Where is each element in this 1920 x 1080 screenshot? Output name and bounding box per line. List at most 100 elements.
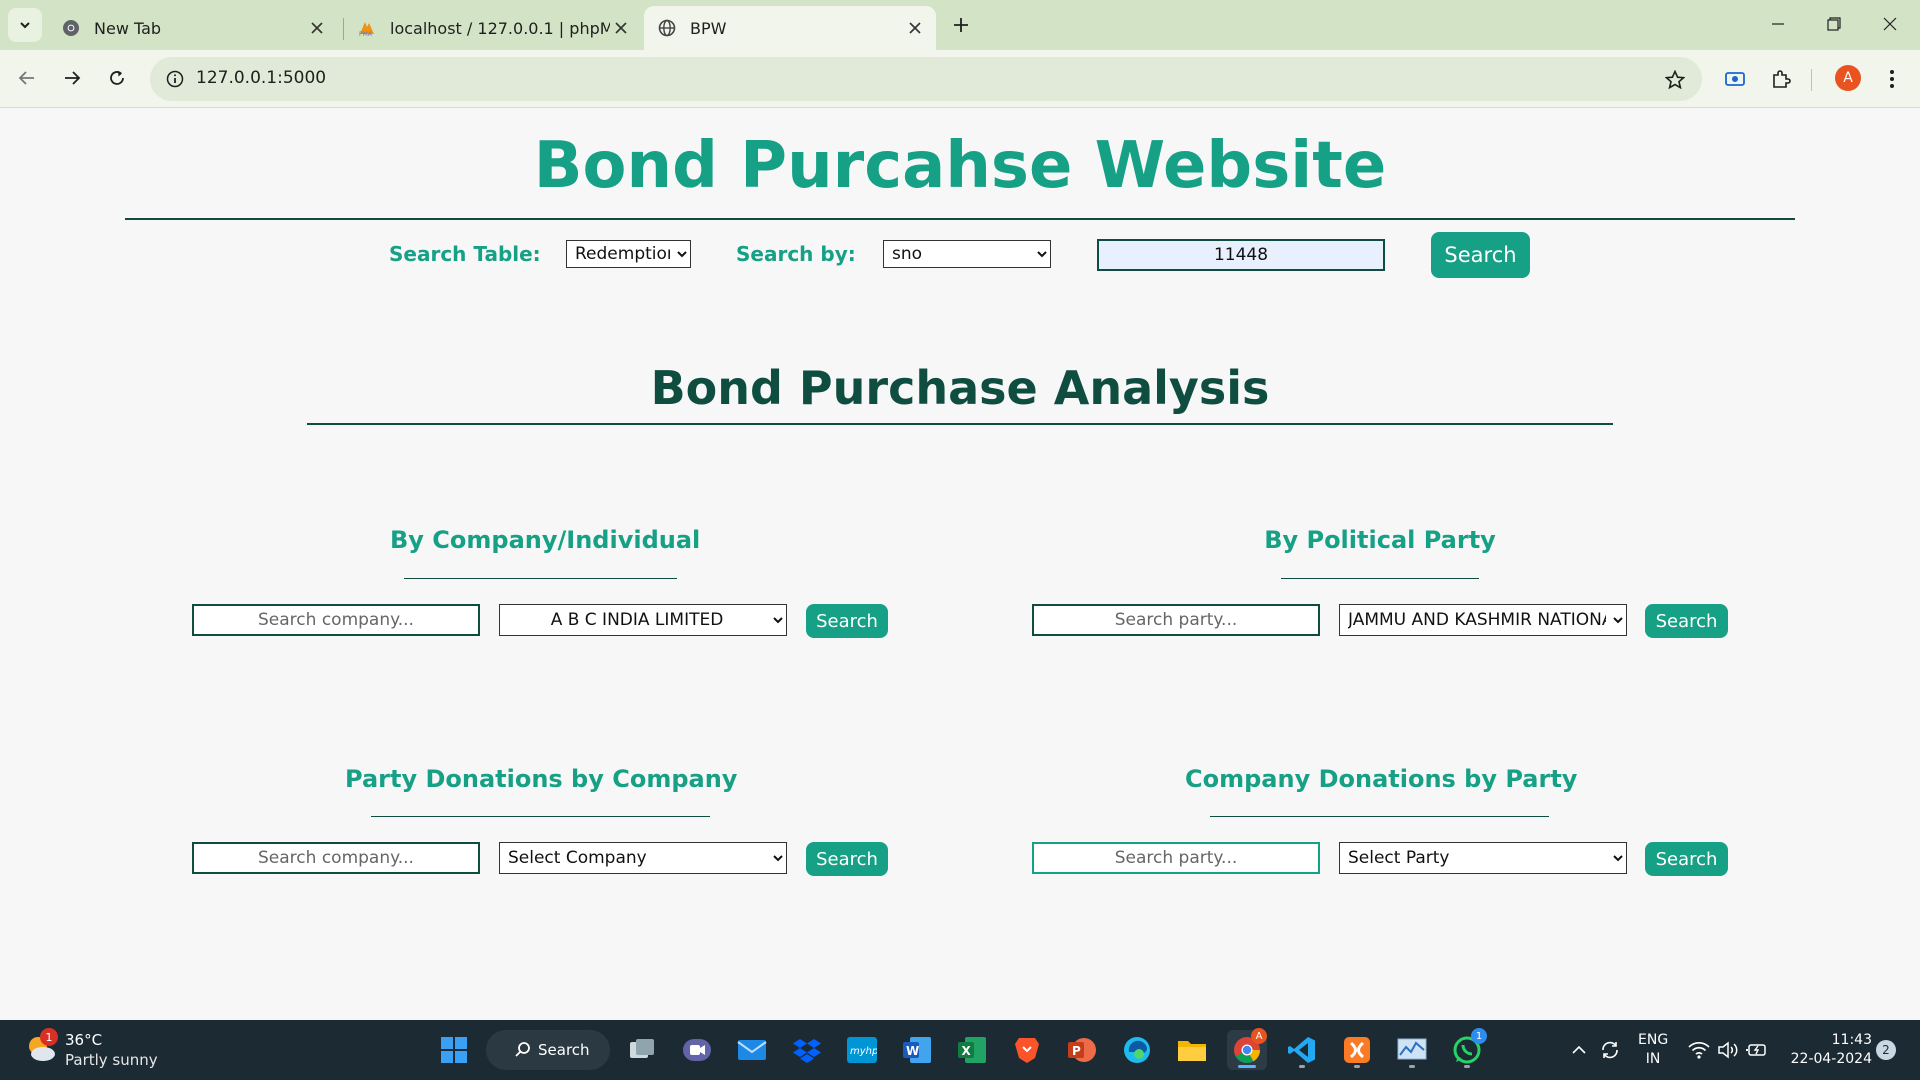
forward-button[interactable]: [55, 61, 89, 95]
extensions-puzzle-icon[interactable]: [1765, 63, 1797, 95]
dropbox-app[interactable]: [787, 1030, 827, 1070]
word-app[interactable]: W: [897, 1030, 937, 1070]
search-value-input[interactable]: [1097, 239, 1385, 271]
tab-phpmyadmin[interactable]: PMA localhost / 127.0.0.1 | phpMyAdmin: [344, 6, 642, 50]
party-search-button[interactable]: Search: [1645, 604, 1728, 638]
running-indicator: [1299, 1065, 1305, 1068]
reload-button[interactable]: [100, 61, 134, 95]
search-icon: [515, 1042, 530, 1057]
svg-text:X: X: [962, 1044, 972, 1058]
powerpoint-app[interactable]: P: [1062, 1030, 1102, 1070]
svg-text:W: W: [906, 1044, 919, 1058]
search-by-select[interactable]: sno: [883, 240, 1051, 268]
site-title: Bond Purcahse Website: [533, 129, 1387, 203]
start-button[interactable]: [434, 1030, 474, 1070]
taskbar-search-label: Search: [538, 1041, 590, 1059]
battery-charging-icon[interactable]: [1745, 1038, 1769, 1062]
language-code: ENG: [1638, 1032, 1669, 1048]
edge-app[interactable]: [1117, 1030, 1157, 1070]
party-search-input[interactable]: [1032, 604, 1320, 636]
party-donations-company-search-input[interactable]: [192, 842, 480, 874]
company-search-button[interactable]: Search: [806, 604, 888, 638]
party-donations-search-button[interactable]: Search: [806, 842, 888, 876]
tab-search-menu-button[interactable]: [8, 8, 42, 42]
minimize-button[interactable]: [1750, 0, 1806, 48]
dropbox-icon: [793, 1039, 821, 1063]
company-donations-section-title: Company Donations by Party: [1185, 765, 1578, 793]
header-divider: [125, 218, 1795, 220]
company-select[interactable]: A B C INDIA LIMITED: [499, 604, 787, 636]
vscode-icon: [1288, 1037, 1315, 1063]
search-by-label: Search by:: [736, 242, 856, 266]
file-explorer-app[interactable]: [1172, 1030, 1212, 1070]
svg-text:PMA: PMA: [359, 31, 373, 37]
screenshot-extension-icon[interactable]: [1719, 63, 1751, 95]
bookmark-star-icon[interactable]: [1662, 67, 1688, 93]
sync-icon[interactable]: [1598, 1038, 1622, 1062]
vscode-app[interactable]: [1282, 1030, 1322, 1070]
party-donations-section-underline: [371, 816, 710, 817]
language-indicator[interactable]: ENG IN: [1638, 1031, 1668, 1069]
search-table-label: Search Table:: [389, 242, 541, 266]
notification-count-badge[interactable]: 2: [1876, 1040, 1896, 1060]
company-donations-section-underline: [1210, 816, 1549, 817]
restore-button[interactable]: [1806, 0, 1862, 48]
chevron-down-icon: [20, 22, 30, 29]
minimize-icon: [1772, 23, 1784, 25]
xampp-icon: [1344, 1037, 1370, 1063]
search-button[interactable]: Search: [1431, 232, 1530, 278]
teams-meet-app[interactable]: [677, 1030, 717, 1070]
myhp-app[interactable]: myhp: [842, 1030, 882, 1070]
edge-icon: [1124, 1037, 1150, 1063]
new-tab-button[interactable]: [944, 10, 978, 40]
taskbar-search[interactable]: Search: [486, 1030, 610, 1070]
search-table-select[interactable]: Redemption: [566, 240, 691, 268]
wifi-icon[interactable]: [1687, 1038, 1711, 1062]
company-donations-party-select[interactable]: Select Party: [1339, 842, 1627, 874]
company-section-underline: [404, 578, 677, 579]
site-info-icon[interactable]: [162, 66, 188, 92]
party-select[interactable]: JAMMU AND KASHMIR NATIONAL CONFERENCE: [1339, 604, 1627, 636]
resource-monitor-app[interactable]: [1392, 1030, 1432, 1070]
company-donations-search-button[interactable]: Search: [1645, 842, 1728, 876]
browser-tab-strip: New Tab PMA localhost / 127.0.0.1 | phpM…: [0, 0, 1920, 50]
close-tab-icon[interactable]: [610, 17, 632, 39]
profile-avatar[interactable]: A: [1835, 65, 1861, 91]
party-donations-section-title: Party Donations by Company: [345, 765, 738, 793]
chrome-app[interactable]: A: [1227, 1028, 1267, 1070]
close-tab-icon[interactable]: [306, 17, 328, 39]
toolbar-separator: [1811, 69, 1812, 91]
task-view-button[interactable]: [622, 1030, 662, 1070]
clock[interactable]: 11:43 22-04-2024: [1786, 1031, 1872, 1069]
back-button[interactable]: [10, 61, 44, 95]
clock-date: 22-04-2024: [1790, 1051, 1872, 1067]
powerpoint-icon: P: [1068, 1038, 1096, 1062]
whatsapp-app[interactable]: 1: [1447, 1028, 1487, 1070]
company-section-title: By Company/Individual: [390, 526, 701, 554]
tab-new-tab[interactable]: New Tab: [48, 6, 338, 50]
show-hidden-icons-chevron-icon[interactable]: [1567, 1038, 1591, 1062]
tab-title: localhost / 127.0.0.1 | phpMyAdmin: [390, 18, 610, 38]
volume-icon[interactable]: [1716, 1038, 1740, 1062]
plus-icon: [954, 18, 968, 32]
folder-icon: [1178, 1041, 1206, 1061]
whatsapp-unread-badge: 1: [1471, 1028, 1487, 1044]
mail-icon: [737, 1040, 767, 1060]
tab-bpw[interactable]: BPW: [644, 6, 936, 50]
close-tab-icon[interactable]: [904, 17, 926, 39]
video-chat-icon: [683, 1039, 711, 1061]
address-bar[interactable]: 127.0.0.1:5000: [150, 57, 1702, 101]
company-search-input[interactable]: [192, 604, 480, 636]
party-donations-company-select[interactable]: Select Company: [499, 842, 787, 874]
url-text[interactable]: 127.0.0.1:5000: [196, 68, 326, 88]
mail-app[interactable]: [732, 1030, 772, 1070]
brave-app[interactable]: [1007, 1030, 1047, 1070]
close-window-button[interactable]: [1862, 0, 1918, 48]
excel-icon: X: [958, 1037, 986, 1063]
active-indicator: [1238, 1065, 1256, 1068]
xampp-app[interactable]: [1337, 1030, 1377, 1070]
browser-menu-kebab-icon[interactable]: [1876, 63, 1908, 95]
myhp-icon: myhp: [847, 1037, 877, 1063]
excel-app[interactable]: X: [952, 1030, 992, 1070]
company-donations-party-search-input[interactable]: [1032, 842, 1320, 874]
